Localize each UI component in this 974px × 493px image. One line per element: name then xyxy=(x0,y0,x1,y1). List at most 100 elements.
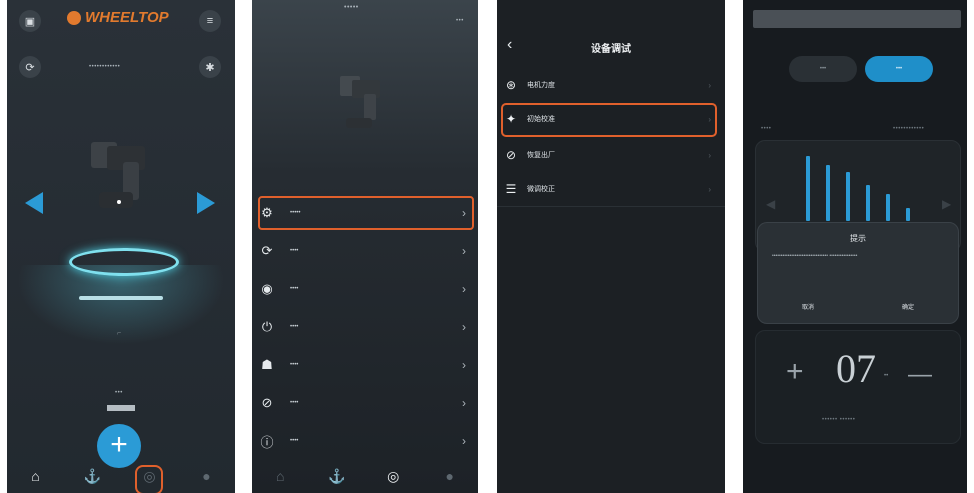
menu-label: 微调校正 xyxy=(527,186,555,193)
nav-home-icon[interactable]: ⌂ xyxy=(23,463,49,489)
menu-label: 恢复出厂 xyxy=(527,152,555,159)
nav-device-icon[interactable]: ◎ xyxy=(380,463,406,489)
dialog-title: 提示 xyxy=(850,234,866,243)
chevron-right-icon: › xyxy=(708,150,711,160)
menu-row-firmware[interactable]: ☗ •••• › xyxy=(258,350,472,380)
menu-highlight xyxy=(258,196,474,230)
tab-left-label: ••• xyxy=(819,66,827,72)
dialog-confirm-button[interactable]: 确定 xyxy=(902,302,914,311)
platform-indicator: ⌐ xyxy=(117,330,122,337)
nav-profile-icon[interactable]: ● xyxy=(437,463,463,489)
save-icon[interactable]: ▣ xyxy=(19,10,41,32)
arrow-left-icon[interactable] xyxy=(25,192,43,214)
home-screen: ▣ WHEELTOP ≡ ⟳ •••••••••••• ✱ ⌐ ••• + ⌂ … xyxy=(7,0,235,493)
stepper-unit: •• xyxy=(884,373,889,379)
menu-row-about[interactable]: ⓘ •••• › xyxy=(258,426,472,456)
dialog-body: •••••••••••••••••••••••••••••••• •••••••… xyxy=(772,253,858,259)
nav-tools-icon[interactable]: ⚓ xyxy=(324,463,350,489)
device-title: ••••• xyxy=(344,4,359,11)
motor-icon: ⟳ xyxy=(261,243,273,258)
menu-row-power[interactable]: ⏻ •••• › xyxy=(258,312,472,342)
chart-left-label: •••• xyxy=(761,126,772,132)
mode-icon: ◉ xyxy=(261,281,273,296)
menu-highlight xyxy=(501,103,717,137)
chart-right-label: •••••••••••• xyxy=(893,126,925,132)
chart-bar xyxy=(826,165,830,221)
dialog-cancel-button[interactable]: 取消 xyxy=(802,302,814,311)
gimbal-image xyxy=(91,142,145,208)
logo-text: WHEELTOP xyxy=(85,9,169,26)
menu-label: •••• xyxy=(290,248,299,254)
fine-tune-icon: ☰ xyxy=(505,182,517,196)
calibration-screen: ••• ••• •••• •••••••••••• ◀ ▶ 提示 •••••••… xyxy=(743,0,967,493)
tab-right[interactable]: ••• xyxy=(865,56,933,82)
bottom-nav: ⌂ ⚓ ◎ ● xyxy=(7,459,235,493)
chart-bar xyxy=(806,156,810,221)
device-menu-screen: ••••• ••• ⚙ ••••• › ⟳ •••• › ◉ •••• › ⏻ … xyxy=(252,0,478,493)
nav-tools-icon[interactable]: ⚓ xyxy=(80,463,106,489)
bluetooth-icon[interactable]: ✱ xyxy=(199,56,221,78)
page-dots: ••• xyxy=(115,390,123,396)
page-title: 设备调试 xyxy=(591,44,631,55)
chart-bar xyxy=(906,208,910,221)
menu-row-fine-tune[interactable]: ☰ 微调校正 › xyxy=(503,176,719,202)
chevron-right-icon: › xyxy=(462,244,466,258)
menu-row-motor[interactable]: ⟳ •••• › xyxy=(258,236,472,266)
refresh-icon[interactable]: ⟳ xyxy=(19,56,41,78)
power-icon: ⏻ xyxy=(261,319,273,334)
logo-mark-icon xyxy=(67,10,81,25)
device-serial: •••••••••••• xyxy=(89,64,121,70)
brand-logo: WHEELTOP xyxy=(67,9,169,26)
chevron-right-icon: › xyxy=(708,184,711,194)
device-debug-screen: ‹ 设备调试 ⊛ 电机力度 › ✦ 初始校准 › ⊘ 恢复出厂 › ☰ 微调校正… xyxy=(497,0,725,493)
stepper-caption: •••••• •••••• xyxy=(822,417,856,423)
arrow-right-icon[interactable] xyxy=(197,192,215,214)
menu-label: •••• xyxy=(290,362,299,368)
increment-button[interactable]: + xyxy=(786,355,804,389)
nav-home-icon[interactable]: ⌂ xyxy=(267,463,293,489)
gimbal-image xyxy=(340,76,380,128)
menu-row-mode[interactable]: ◉ •••• › xyxy=(258,274,472,304)
chevron-right-icon: › xyxy=(462,434,466,448)
chart-bar xyxy=(846,172,850,221)
confirm-dialog: 提示 •••••••••••••••••••••••••••••••• ••••… xyxy=(757,222,959,324)
menu-label: •••• xyxy=(290,286,299,292)
chevron-right-icon: › xyxy=(462,358,466,372)
chevron-right-icon: › xyxy=(462,396,466,410)
chevron-right-icon: › xyxy=(462,282,466,296)
help-icon: ⊘ xyxy=(261,395,273,410)
chart-arrow-right-icon[interactable]: ▶ xyxy=(942,197,951,211)
bar-chart xyxy=(806,149,936,221)
menu-row-restore[interactable]: ⊘ 恢复出厂 › xyxy=(503,142,719,168)
menu-label: •••• xyxy=(290,324,299,330)
chevron-right-icon: › xyxy=(708,80,711,90)
menu-icon[interactable]: ≡ xyxy=(199,10,221,32)
dialog-actions: 取消 确定 xyxy=(758,302,958,311)
chart-bar xyxy=(866,185,870,221)
top-right-label: ••• xyxy=(456,18,464,24)
divider xyxy=(497,206,725,207)
value-stepper: + 07 •• — •••••• •••••• xyxy=(755,330,961,444)
menu-row-motor-strength[interactable]: ⊛ 电机力度 › xyxy=(503,72,719,98)
bottom-nav: ⌂ ⚓ ◎ ● xyxy=(252,459,478,493)
nav-device-highlight xyxy=(135,465,163,493)
menu-label: •••• xyxy=(290,438,299,444)
firmware-icon: ☗ xyxy=(261,357,273,372)
status-bar xyxy=(753,10,961,28)
restore-icon: ⊘ xyxy=(505,148,517,162)
nav-profile-icon[interactable]: ● xyxy=(194,463,220,489)
about-icon: ⓘ xyxy=(260,434,274,450)
menu-row-help[interactable]: ⊘ •••• › xyxy=(258,388,472,418)
chart-arrow-left-icon[interactable]: ◀ xyxy=(766,197,775,211)
device-name xyxy=(107,405,135,411)
platform-base xyxy=(79,296,163,300)
tab-left[interactable]: ••• xyxy=(789,56,857,82)
stepper-value: 07 xyxy=(836,346,876,391)
chevron-right-icon: › xyxy=(462,320,466,334)
tab-right-label: ••• xyxy=(895,66,903,72)
platform-top xyxy=(69,248,179,276)
motor-strength-icon: ⊛ xyxy=(505,78,517,92)
menu-label: 电机力度 xyxy=(527,82,555,89)
decrement-button[interactable]: — xyxy=(908,361,932,389)
menu-label: •••• xyxy=(290,400,299,406)
